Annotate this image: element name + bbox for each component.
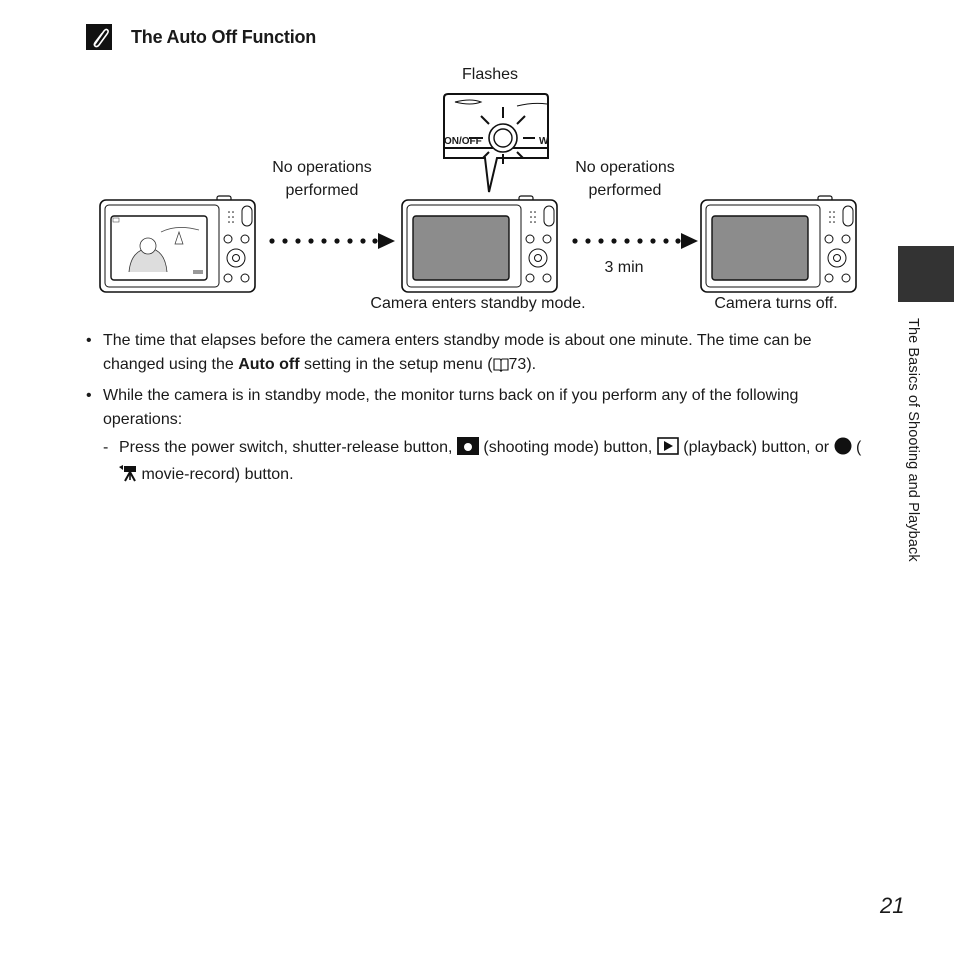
timeout-label: 3 min [604, 259, 644, 276]
bullet-text: While the camera is in standby mode, the… [103, 387, 799, 428]
flashes-label: Flashes [461, 66, 519, 83]
sub-text: (shooting mode) button, [478, 439, 657, 456]
bullet-dot: • [86, 387, 92, 404]
page-reference-link[interactable]: 73 [509, 356, 527, 373]
bullet-item: • The time that elapses before the camer… [86, 329, 876, 380]
camera-on [99, 194, 259, 294]
sub-text: Press the power switch, shutter-release … [119, 439, 457, 456]
bullet-text: setting in the setup menu ( [299, 356, 493, 373]
bullet-dot: • [86, 332, 92, 349]
power-lamp-inset: ON/OFF W [441, 92, 551, 202]
bullet-item: • While the camera is in standby mode, t… [86, 384, 876, 490]
section-heading: The Auto Off Function [131, 27, 317, 47]
standby-caption: Camera enters standby mode. [370, 295, 586, 312]
movie-camera-icon [119, 464, 137, 490]
right-transition-label: No operations performed [553, 156, 697, 202]
record-dot-icon [834, 437, 852, 463]
sub-text: movie-record) button. [137, 466, 294, 483]
sub-dash: - [103, 439, 109, 456]
playback-icon [657, 437, 679, 463]
left-transition-label: No operations performed [250, 156, 394, 202]
book-reference-icon [492, 356, 509, 380]
off-caption: Camera turns off. [714, 295, 838, 312]
sub-text: (playback) button, or [678, 439, 834, 456]
on-off-label: ON/OFF [444, 136, 482, 147]
chapter-tab-label: The Basics of Shooting and Playback [905, 318, 921, 562]
dotted-arrow-left [268, 232, 398, 255]
auto-off-term: Auto off [238, 356, 300, 373]
left-transition-line-1: No operations [272, 159, 372, 176]
right-transition-line-2: performed [588, 182, 662, 199]
bullet-text: ). [526, 356, 537, 373]
note-pencil-icon [86, 24, 112, 50]
page-number: 21 [880, 893, 905, 918]
camera-standby [401, 194, 561, 294]
body-text: • The time that elapses before the camer… [86, 329, 876, 494]
sub-item: - Press the power switch, shutter-releas… [86, 436, 876, 490]
dotted-arrow-right [571, 232, 701, 255]
zoom-w-label: W [539, 136, 549, 147]
camera-off [700, 194, 860, 294]
sub-text: ( [851, 439, 862, 456]
left-transition-line-2: performed [285, 182, 359, 199]
camera-icon [456, 437, 479, 463]
right-transition-line-1: No operations [575, 159, 675, 176]
chapter-tab-marker [898, 246, 954, 302]
